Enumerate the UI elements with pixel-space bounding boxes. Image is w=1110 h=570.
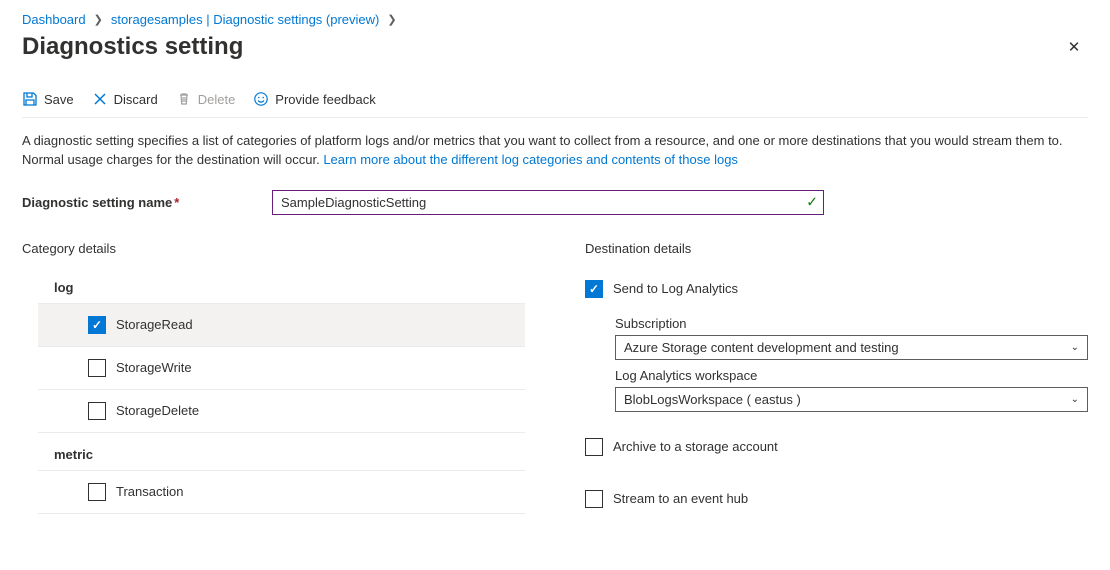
- category-row-transaction[interactable]: Transaction: [38, 471, 525, 514]
- delete-button: Delete: [176, 91, 236, 107]
- save-button[interactable]: Save: [22, 91, 74, 107]
- checkbox-storagewrite[interactable]: [88, 359, 106, 377]
- category-details-column: Category details log ✓ StorageRead Stora…: [22, 241, 525, 516]
- breadcrumb: Dashboard ❯ storagesamples | Diagnostic …: [22, 12, 1088, 27]
- setting-name-input[interactable]: [272, 190, 824, 215]
- metric-section-title: metric: [38, 439, 525, 471]
- checkbox-storageread[interactable]: ✓: [88, 316, 106, 334]
- discard-button[interactable]: Discard: [92, 91, 158, 107]
- subscription-value: Azure Storage content development and te…: [624, 340, 899, 355]
- checkbox-archive[interactable]: [585, 438, 603, 456]
- category-row-storagewrite[interactable]: StorageWrite: [38, 347, 525, 390]
- delete-label: Delete: [198, 92, 236, 107]
- subscription-label: Subscription: [615, 316, 1088, 331]
- category-row-storagedelete[interactable]: StorageDelete: [38, 390, 525, 433]
- valid-check-icon: ✓: [806, 194, 818, 211]
- category-row-storageread[interactable]: ✓ StorageRead: [38, 304, 525, 347]
- feedback-button[interactable]: Provide feedback: [253, 91, 375, 107]
- breadcrumb-link-resource[interactable]: storagesamples | Diagnostic settings (pr…: [111, 12, 380, 27]
- destination-row-archive[interactable]: Archive to a storage account: [585, 430, 1088, 464]
- workspace-dropdown[interactable]: BlobLogsWorkspace ( eastus ) ⌄: [615, 387, 1088, 412]
- chevron-right-icon: ❯: [387, 13, 396, 26]
- category-label: StorageRead: [116, 317, 193, 332]
- destination-label: Send to Log Analytics: [613, 281, 738, 296]
- checkbox-loganalytics[interactable]: ✓: [585, 280, 603, 298]
- checkbox-storagedelete[interactable]: [88, 402, 106, 420]
- category-label: StorageWrite: [116, 360, 192, 375]
- workspace-value: BlobLogsWorkspace ( eastus ): [624, 392, 801, 407]
- close-button[interactable]: ✕: [1060, 33, 1088, 61]
- discard-icon: [92, 91, 108, 107]
- category-label: Transaction: [116, 484, 183, 499]
- discard-label: Discard: [114, 92, 158, 107]
- destination-label: Stream to an event hub: [613, 491, 748, 506]
- page-title: Diagnostics setting: [22, 33, 243, 61]
- destination-label: Archive to a storage account: [613, 439, 778, 454]
- destination-details-column: Destination details ✓ Send to Log Analyt…: [585, 241, 1088, 516]
- destination-row-loganalytics[interactable]: ✓ Send to Log Analytics: [585, 272, 1088, 306]
- breadcrumb-link-dashboard[interactable]: Dashboard: [22, 12, 86, 27]
- checkbox-transaction[interactable]: [88, 483, 106, 501]
- save-icon: [22, 91, 38, 107]
- category-heading: Category details: [22, 241, 525, 256]
- destination-row-eventhub[interactable]: Stream to an event hub: [585, 482, 1088, 516]
- chevron-down-icon: ⌄: [1071, 342, 1079, 353]
- destination-heading: Destination details: [585, 241, 1088, 256]
- toolbar: Save Discard Delete Provide feedback: [22, 91, 1088, 118]
- delete-icon: [176, 91, 192, 107]
- checkbox-eventhub[interactable]: [585, 490, 603, 508]
- chevron-down-icon: ⌄: [1071, 394, 1079, 405]
- setting-name-label: Diagnostic setting name*: [22, 195, 262, 210]
- feedback-icon: [253, 91, 269, 107]
- description-text: A diagnostic setting specifies a list of…: [22, 132, 1088, 170]
- log-section-title: log: [38, 272, 525, 304]
- required-indicator: *: [174, 195, 179, 210]
- workspace-label: Log Analytics workspace: [615, 368, 1088, 383]
- category-label: StorageDelete: [116, 403, 199, 418]
- chevron-right-icon: ❯: [94, 13, 103, 26]
- close-icon: ✕: [1068, 38, 1081, 56]
- description-link[interactable]: Learn more about the different log categ…: [323, 152, 738, 167]
- feedback-label: Provide feedback: [275, 92, 375, 107]
- subscription-dropdown[interactable]: Azure Storage content development and te…: [615, 335, 1088, 360]
- save-label: Save: [44, 92, 74, 107]
